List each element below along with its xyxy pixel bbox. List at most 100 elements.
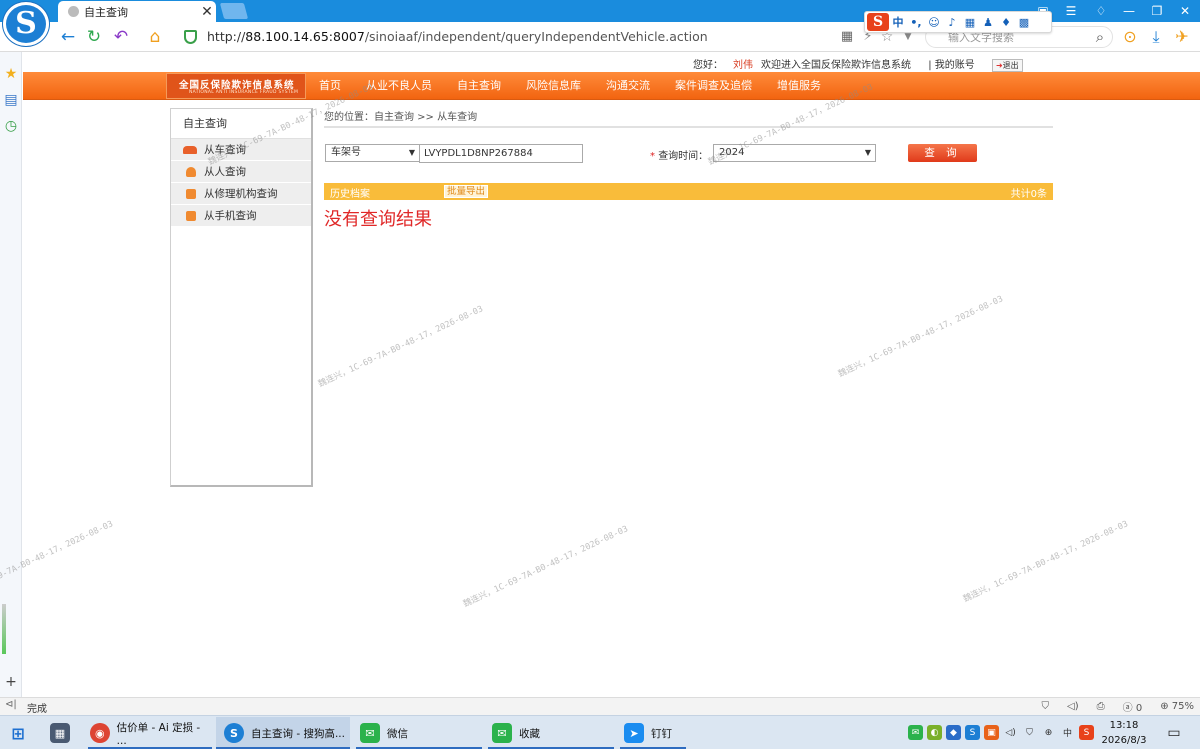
close-window-icon[interactable]: ✕ (1172, 0, 1198, 22)
home-icon[interactable]: ⌂ (145, 28, 165, 46)
ime-keyboard-icon[interactable]: ▦ (961, 16, 979, 29)
minimize-icon[interactable]: — (1116, 0, 1142, 22)
query-type-select[interactable]: 车架号 ▼ (325, 144, 420, 162)
cast-icon[interactable]: ⎙ (1097, 701, 1105, 712)
nav-item-risk-db[interactable]: 风险信息库 (526, 72, 581, 100)
download-icon[interactable]: ⤓ (1146, 28, 1166, 46)
history-archive-tab[interactable]: 历史档案 (330, 185, 370, 200)
nav-item-home[interactable]: 首页 (319, 72, 341, 100)
taskbar-item-wechat[interactable]: ✉ 微信 (356, 717, 482, 749)
favorites-star-icon[interactable]: ★ (3, 66, 19, 82)
tray-sogou-icon[interactable]: S (965, 725, 980, 740)
security-shield-icon[interactable] (184, 30, 197, 44)
ime-toolbar[interactable]: S 中 •, ☺ ♪ ▦ ♟ ♦ ▩ (864, 11, 1052, 33)
zoom-control[interactable]: ⊕ 75% (1160, 701, 1194, 712)
repair-shop-icon (186, 189, 196, 199)
sogou-browser-logo[interactable]: S (3, 2, 49, 46)
notification-button[interactable]: ▭ (1164, 717, 1191, 749)
menu-item-repair-shop[interactable]: 从修理机构查询 (171, 183, 311, 205)
more-icon[interactable]: ⊙ (1120, 28, 1140, 46)
required-mark: * (650, 151, 655, 162)
zoom-icon: ⊕ (1160, 701, 1169, 712)
site-logo[interactable]: 全国反保险欺诈信息系统 NATIONAL ANTI INSURANCE FRAU… (166, 73, 306, 99)
address-bar[interactable]: http://88.100.14.65:8007/sinoiaaf/indepe… (207, 29, 708, 44)
query-button[interactable]: 查 询 (908, 144, 977, 162)
nav-item-communication[interactable]: 沟通交流 (606, 72, 650, 100)
welcome-text: 欢迎进入全国反保险欺诈信息系统 (761, 60, 911, 71)
taskbar-item-label: 自主查询 - 搜狗高... (251, 727, 345, 740)
ime-tools-icon[interactable]: ▩ (1015, 16, 1033, 29)
taskbar-item-dingtalk[interactable]: ➤ 钉钉 (620, 717, 686, 749)
undo-icon[interactable]: ↶ (111, 28, 131, 46)
tab-close-icon[interactable]: ✕ (198, 5, 216, 19)
sound-icon[interactable]: ◁) (1067, 701, 1079, 712)
dingtalk-icon: ➤ (624, 723, 644, 743)
add-sidebar-icon[interactable]: + (3, 674, 19, 690)
start-button[interactable]: ⊞ (8, 717, 28, 749)
reading-icon[interactable]: ▤ (3, 92, 19, 108)
tray-sogou-ime-icon[interactable]: S (1079, 725, 1094, 740)
user-name[interactable]: 刘伟 (733, 60, 753, 71)
ime-mode-label[interactable]: 中 (889, 14, 907, 30)
extension-icon[interactable]: ✈ (1172, 28, 1192, 46)
left-menu: 自主查询 从车查询 从人查询 从修理机构查询 从手机查询 (170, 108, 313, 487)
skin-icon[interactable]: ♢ (1088, 0, 1114, 22)
chevron-down-icon: ▼ (408, 148, 415, 157)
taskbar-item-chrome[interactable]: ◉ 估价单 - Ai 定损 - ... (88, 717, 212, 749)
nav-item-value-added[interactable]: 增值服务 (777, 72, 821, 100)
taskbar-item-favorites[interactable]: ✉ 收藏 (488, 717, 614, 749)
network-icon[interactable]: ⊕ (1041, 725, 1056, 740)
history-clock-icon[interactable]: ◷ (3, 118, 19, 134)
adblock-count[interactable]: ⓐ 0 (1123, 699, 1143, 714)
restore-icon[interactable]: ❐ (1144, 0, 1170, 22)
nav-item-bad-personnel[interactable]: 从业不良人员 (366, 72, 432, 100)
nav-item-case-investigation[interactable]: 案件调查及追偿 (675, 72, 752, 100)
antivirus-icon[interactable]: ⛉ (1022, 725, 1037, 740)
greeting-text: 您好： (693, 60, 723, 71)
tray-update-icon[interactable]: ▣ (984, 725, 999, 740)
logout-button[interactable]: ➜退出 (991, 59, 1023, 72)
back-icon[interactable]: ← (58, 28, 78, 46)
volume-icon[interactable]: ◁) (1003, 725, 1018, 740)
taskbar-item-sogou-browser[interactable]: S 自主查询 - 搜狗高... (216, 717, 350, 749)
calculator-taskbar-icon[interactable]: ▦ (50, 717, 77, 749)
calculator-icon: ▦ (50, 723, 70, 743)
tray-app-icon[interactable]: ◆ (946, 725, 961, 740)
tray-wechat-icon[interactable]: ✉ (908, 725, 923, 740)
year-value: 2024 (719, 147, 745, 158)
tab-favicon-icon (68, 6, 79, 17)
batch-export-button[interactable]: 批量导出 (444, 185, 489, 198)
taskbar-clock[interactable]: 13:18 2026/8/3 (1098, 718, 1150, 748)
new-tab-button[interactable] (219, 3, 249, 19)
sidebar-toggle-icon[interactable]: ⊲| (5, 699, 17, 710)
menu-item-vehicle[interactable]: 从车查询 (171, 139, 311, 161)
menu-item-person[interactable]: 从人查询 (171, 161, 311, 183)
ime-voice-icon[interactable]: ♪ (943, 16, 961, 29)
search-icon[interactable]: ⌕ (1090, 28, 1110, 46)
taskbar-item-label: 估价单 - Ai 定损 - ... (116, 721, 201, 747)
wechat-icon: ✉ (360, 723, 380, 743)
browser-sidebar: ★ ▤ ◷ + (0, 52, 22, 697)
refresh-icon[interactable]: ↻ (84, 28, 104, 46)
menu-item-label: 从人查询 (204, 166, 246, 178)
year-select[interactable]: 2024 ▼ (713, 144, 876, 162)
browser-tab-active[interactable]: 自主查询 ✕ (58, 1, 216, 22)
breadcrumb: 您的位置：自主查询 >> 从车查询 (324, 108, 1053, 128)
menu-icon[interactable]: ☰ (1058, 0, 1084, 22)
phone-icon (186, 211, 196, 221)
web-page: 您好： 刘伟 欢迎进入全国反保险欺诈信息系统 | 我的账号 ➜退出 全国反保险欺诈信… (23, 52, 1200, 697)
browser-status-bar: ⊲| 完成 ⛉ ◁) ⎙ ⓐ 0 ⊕ 75% (0, 697, 1200, 715)
adblock-icon: ⓐ (1122, 703, 1133, 714)
security-status-icon[interactable]: ⛉ (1042, 701, 1050, 712)
ime-user-icon[interactable]: ♟ (979, 16, 997, 29)
ime-skin-icon[interactable]: ♦ (997, 16, 1015, 29)
ime-emoji-icon[interactable]: ☺ (925, 16, 943, 29)
nav-item-self-query[interactable]: 自主查询 (457, 72, 501, 100)
ime-tray-icon[interactable]: 中 (1060, 725, 1075, 740)
menu-item-phone[interactable]: 从手机查询 (171, 205, 311, 227)
tray-security-icon[interactable]: ◐ (927, 725, 942, 740)
ime-punct-icon[interactable]: •, (907, 16, 925, 29)
my-account-link[interactable]: | 我的账号 (928, 60, 975, 71)
vin-input[interactable]: LVYPDL1D8NP267884 (419, 144, 583, 163)
qrcode-icon[interactable]: ▦ (837, 28, 857, 46)
